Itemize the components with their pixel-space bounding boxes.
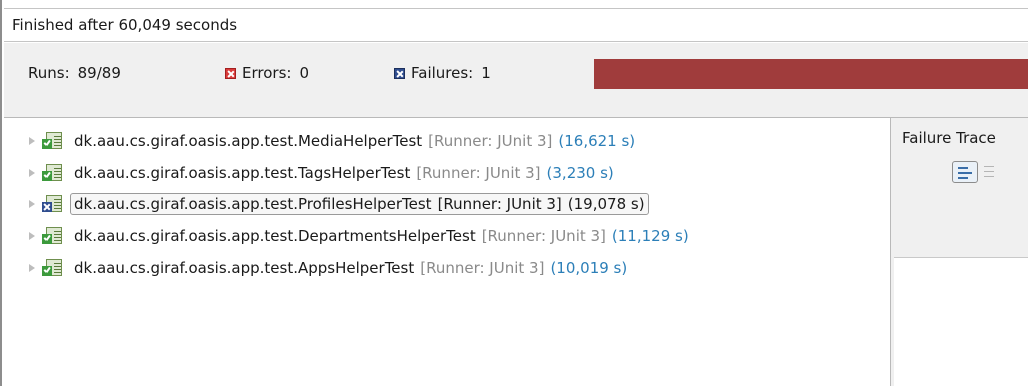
test-name: dk.aau.cs.giraf.oasis.app.test.AppsHelpe… [74, 259, 415, 277]
failure-trace-panel: Failure Trace [894, 118, 1028, 386]
failure-trace-toolbar: Failure Trace [894, 118, 1028, 258]
test-tree[interactable]: dk.aau.cs.giraf.oasis.app.test.MediaHelp… [4, 118, 890, 386]
test-runner: [Runner: JUnit 3] [481, 227, 606, 245]
expand-arrow-icon[interactable] [26, 167, 38, 179]
failure-trace-title: Failure Trace [902, 129, 996, 147]
junit-view: Finished after 60,049 seconds Runs: 89/8… [0, 0, 1028, 386]
test-name: dk.aau.cs.giraf.oasis.app.test.TagsHelpe… [74, 164, 411, 182]
test-passed-icon [42, 258, 64, 278]
error-icon [225, 67, 236, 79]
test-runner: [Runner: JUnit 3] [416, 164, 541, 182]
failures-counter: Failures: 1 [394, 64, 491, 82]
test-row[interactable]: dk.aau.cs.giraf.oasis.app.test.TagsHelpe… [4, 160, 890, 186]
test-runner: [Runner: JUnit 3] [428, 132, 553, 150]
test-runner: [Runner: JUnit 3] [437, 195, 562, 213]
test-name: dk.aau.cs.giraf.oasis.app.test.Departmen… [74, 227, 476, 245]
expand-arrow-icon[interactable] [26, 198, 38, 210]
test-row[interactable]: dk.aau.cs.giraf.oasis.app.test.MediaHelp… [4, 128, 890, 154]
test-label[interactable]: dk.aau.cs.giraf.oasis.app.test.MediaHelp… [74, 132, 635, 150]
test-label[interactable]: dk.aau.cs.giraf.oasis.app.test.AppsHelpe… [74, 259, 627, 277]
test-time: (3,230 s) [546, 164, 614, 182]
progress-fill [594, 59, 1028, 89]
status-bar: Finished after 60,049 seconds [4, 8, 1028, 42]
test-time: (10,019 s) [550, 259, 628, 277]
test-failed-icon [42, 194, 64, 214]
test-row[interactable]: dk.aau.cs.giraf.oasis.app.test.AppsHelpe… [4, 255, 890, 281]
test-time: (19,078 s) [567, 195, 645, 213]
test-label[interactable]: dk.aau.cs.giraf.oasis.app.test.Departmen… [74, 227, 689, 245]
test-passed-icon [42, 131, 64, 151]
runs-label: Runs: [28, 64, 70, 82]
test-row[interactable]: dk.aau.cs.giraf.oasis.app.test.Departmen… [4, 223, 890, 249]
errors-value: 0 [299, 64, 309, 82]
test-passed-icon [42, 163, 64, 183]
test-passed-icon [42, 226, 64, 246]
expand-arrow-icon[interactable] [26, 230, 38, 242]
test-time: (16,621 s) [558, 132, 636, 150]
counter-panel: Runs: 89/89 Errors: 0 Failures: 1 [4, 43, 1028, 118]
filter-stack-trace-icon[interactable] [952, 161, 978, 183]
test-runner: [Runner: JUnit 3] [420, 259, 545, 277]
test-name: dk.aau.cs.giraf.oasis.app.test.ProfilesH… [74, 195, 432, 213]
expand-arrow-icon[interactable] [26, 135, 38, 147]
progress-bar [594, 59, 1028, 89]
runs-counter: Runs: 89/89 [28, 64, 121, 82]
test-row-selected[interactable]: dk.aau.cs.giraf.oasis.app.test.ProfilesH… [4, 191, 890, 217]
runs-value: 89/89 [77, 64, 121, 82]
errors-counter: Errors: 0 [225, 64, 309, 82]
test-label[interactable]: dk.aau.cs.giraf.oasis.app.test.TagsHelpe… [74, 164, 614, 182]
test-time: (11,129 s) [611, 227, 689, 245]
failures-value: 1 [481, 64, 491, 82]
compare-result-icon[interactable] [982, 163, 996, 181]
failure-icon [394, 67, 405, 79]
test-name: dk.aau.cs.giraf.oasis.app.test.MediaHelp… [74, 132, 423, 150]
errors-label: Errors: [242, 64, 292, 82]
test-label[interactable]: dk.aau.cs.giraf.oasis.app.test.ProfilesH… [70, 193, 649, 215]
expand-arrow-icon[interactable] [26, 262, 38, 274]
failures-label: Failures: [411, 64, 474, 82]
status-text: Finished after 60,049 seconds [12, 16, 238, 34]
